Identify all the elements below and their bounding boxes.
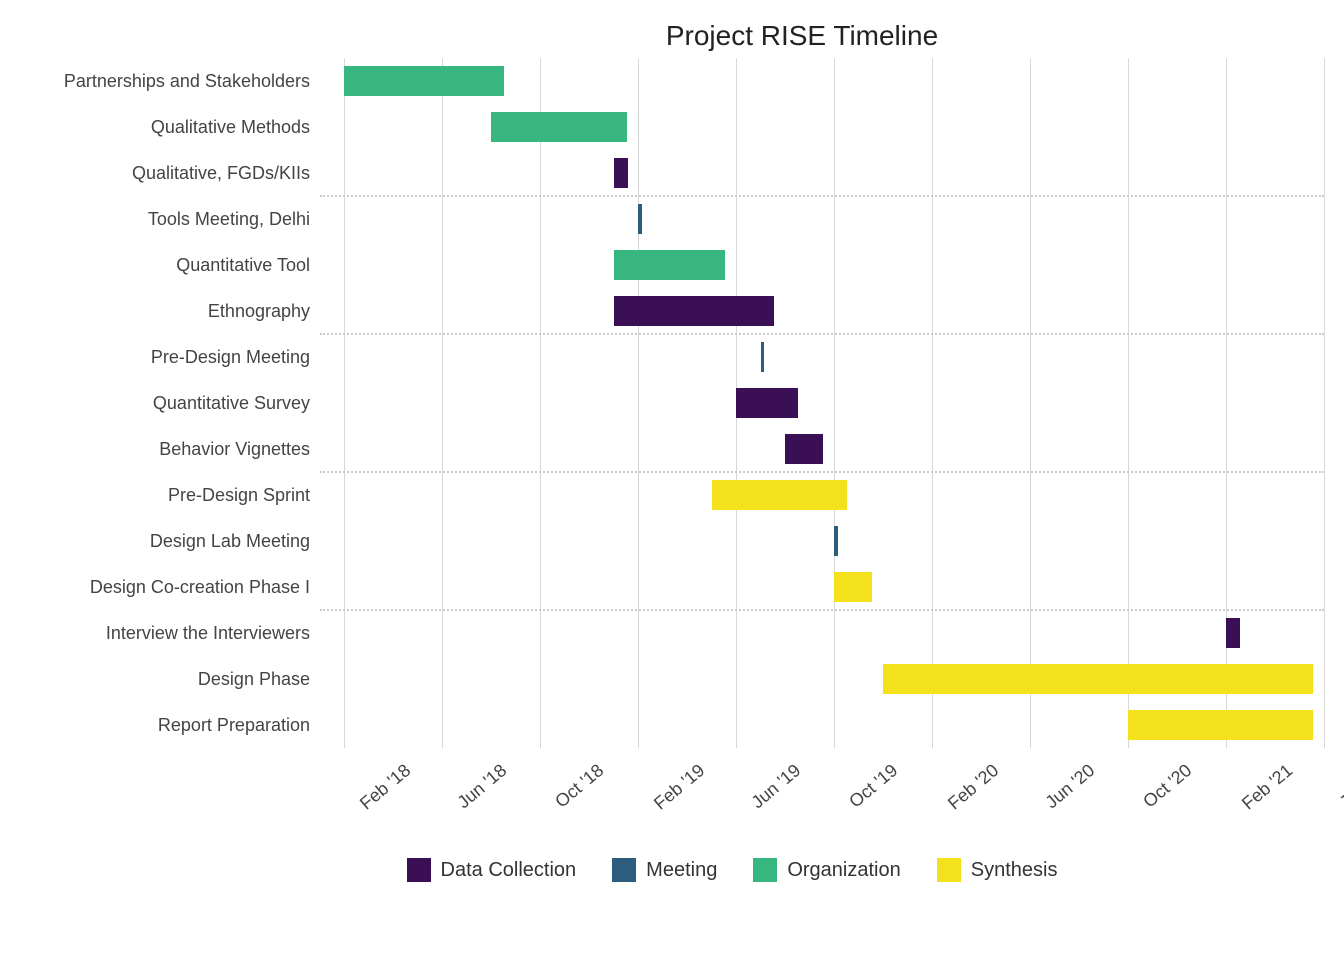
legend-item: Data Collection bbox=[407, 858, 577, 882]
task-bar bbox=[712, 480, 847, 510]
task-row bbox=[320, 288, 1324, 334]
chart-body: Partnerships and StakeholdersQualitative… bbox=[20, 58, 1324, 748]
task-label: Qualitative, FGDs/KIIs bbox=[20, 150, 320, 196]
task-bar bbox=[614, 158, 628, 188]
task-bar bbox=[614, 296, 774, 326]
y-axis-labels: Partnerships and StakeholdersQualitative… bbox=[20, 58, 320, 748]
task-bar bbox=[761, 342, 765, 372]
legend: Data Collection Meeting Organization Synthe… bbox=[20, 858, 1324, 882]
task-bar bbox=[883, 664, 1312, 694]
task-bar bbox=[1128, 710, 1312, 740]
task-row bbox=[320, 518, 1324, 564]
legend-item: Meeting bbox=[612, 858, 717, 882]
legend-label: Organization bbox=[787, 859, 900, 882]
task-row bbox=[320, 472, 1324, 518]
legend-swatch bbox=[612, 858, 636, 882]
task-label: Pre-Design Sprint bbox=[20, 472, 320, 518]
x-tick-label: Jun '20 bbox=[1042, 760, 1100, 813]
task-bar bbox=[785, 434, 823, 464]
gridline-vertical bbox=[1324, 58, 1325, 748]
task-bar bbox=[491, 112, 626, 142]
task-label: Pre-Design Meeting bbox=[20, 334, 320, 380]
group-divider bbox=[320, 333, 1324, 335]
task-label: Design Lab Meeting bbox=[20, 518, 320, 564]
group-divider bbox=[320, 471, 1324, 473]
task-row bbox=[320, 104, 1324, 150]
task-row bbox=[320, 656, 1324, 702]
task-label: Behavior Vignettes bbox=[20, 426, 320, 472]
task-label: Quantitative Survey bbox=[20, 380, 320, 426]
task-row bbox=[320, 564, 1324, 610]
task-bar bbox=[344, 66, 504, 96]
chart-title: Project RISE Timeline bbox=[20, 20, 1324, 52]
task-row bbox=[320, 58, 1324, 104]
task-label: Design Co-creation Phase I bbox=[20, 564, 320, 610]
task-label: Ethnography bbox=[20, 288, 320, 334]
task-bar bbox=[638, 204, 642, 234]
task-bar bbox=[736, 388, 798, 418]
legend-swatch bbox=[753, 858, 777, 882]
x-tick-label: Feb '21 bbox=[1238, 760, 1297, 814]
legend-label: Meeting bbox=[646, 859, 717, 882]
x-tick-label: Oct '18 bbox=[552, 760, 609, 812]
gantt-chart: Project RISE Timeline Partnerships and S… bbox=[20, 20, 1324, 940]
task-row bbox=[320, 196, 1324, 242]
x-tick-label: Oct '20 bbox=[1139, 760, 1196, 812]
x-tick-label: Jun '18 bbox=[454, 760, 512, 813]
x-tick-label: Jun '21 bbox=[1335, 760, 1344, 813]
plot-area bbox=[320, 58, 1324, 748]
legend-label: Synthesis bbox=[971, 859, 1058, 882]
task-bar bbox=[1226, 618, 1240, 648]
task-label: Qualitative Methods bbox=[20, 104, 320, 150]
task-row bbox=[320, 426, 1324, 472]
legend-swatch bbox=[407, 858, 431, 882]
task-row bbox=[320, 334, 1324, 380]
x-tick-label: Feb '18 bbox=[356, 760, 415, 814]
task-row bbox=[320, 610, 1324, 656]
group-divider bbox=[320, 609, 1324, 611]
legend-item: Synthesis bbox=[937, 858, 1058, 882]
task-label: Partnerships and Stakeholders bbox=[20, 58, 320, 104]
task-label: Quantitative Tool bbox=[20, 242, 320, 288]
legend-label: Data Collection bbox=[441, 859, 577, 882]
legend-item: Organization bbox=[753, 858, 900, 882]
x-axis: Feb '18 Jun '18 Oct '18 Feb '19 Jun '19 Oct '… bbox=[320, 748, 1324, 818]
task-row bbox=[320, 242, 1324, 288]
task-label: Tools Meeting, Delhi bbox=[20, 196, 320, 242]
task-row bbox=[320, 380, 1324, 426]
task-bar bbox=[614, 250, 725, 280]
task-label: Report Preparation bbox=[20, 702, 320, 748]
task-bar bbox=[834, 526, 838, 556]
legend-swatch bbox=[937, 858, 961, 882]
x-tick-label: Feb '20 bbox=[944, 760, 1003, 814]
group-divider bbox=[320, 195, 1324, 197]
x-tick-label: Jun '19 bbox=[748, 760, 806, 813]
task-row bbox=[320, 150, 1324, 196]
task-label: Interview the Interviewers bbox=[20, 610, 320, 656]
x-tick-label: Feb '19 bbox=[650, 760, 709, 814]
task-label: Design Phase bbox=[20, 656, 320, 702]
task-bar bbox=[834, 572, 872, 602]
x-tick-label: Oct '19 bbox=[845, 760, 902, 812]
task-row bbox=[320, 702, 1324, 748]
